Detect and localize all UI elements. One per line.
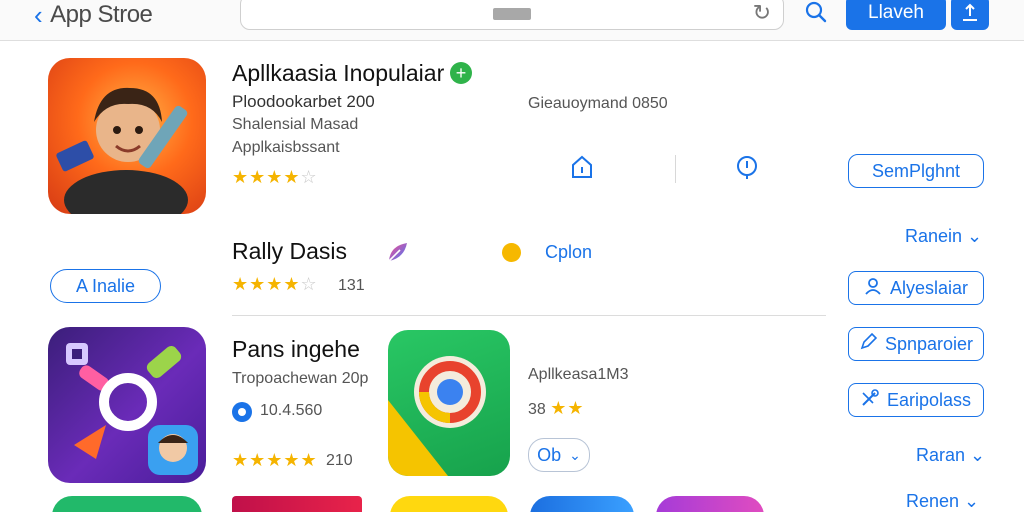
app2-stars: ★★★★ — [232, 274, 301, 294]
app4-version-label: Ob — [537, 444, 562, 465]
app2-action-button[interactable]: Alyeslaiar — [848, 271, 984, 305]
app4-version-dropdown[interactable]: Ob ⌄ — [528, 438, 590, 472]
ranking-label: Raran — [916, 445, 966, 465]
ranking-dropdown-1[interactable]: Ranein ⌄ — [905, 226, 982, 247]
ranking-dropdown-3[interactable]: Renen ⌄ — [906, 491, 979, 512]
chevron-down-icon: ⌄ — [569, 446, 581, 463]
info-icon[interactable] — [571, 155, 593, 185]
verified-icon: + — [450, 62, 472, 84]
bottom-app-icon-4[interactable] — [530, 496, 634, 512]
user-icon — [864, 277, 882, 300]
globe-icon — [232, 402, 252, 422]
app1-action-button[interactable]: SemPlghnt — [848, 154, 984, 188]
bottom-app-icon-2[interactable] — [232, 496, 362, 512]
app1-icon[interactable] — [48, 58, 206, 214]
app3-stars: ★★★★★ — [232, 450, 318, 470]
app3-title[interactable]: Pans ingehe — [232, 336, 360, 363]
ranking-dropdown-2[interactable]: Raran ⌄ — [916, 445, 985, 466]
app2-rating-count: 131 — [338, 277, 365, 294]
back-label: App Stroe — [50, 1, 153, 28]
chevron-down-icon: ⌄ — [965, 445, 986, 465]
app2-action-label: Alyeslaiar — [889, 277, 969, 298]
feather-icon — [386, 240, 410, 269]
app4-action-button[interactable]: Earipolass — [848, 383, 984, 417]
app4-title[interactable]: Apllkeasa1M3 — [528, 366, 629, 384]
app1-title[interactable]: Apllkaasia Inopulaiar — [232, 60, 444, 87]
reload-icon[interactable]: ↻ — [753, 0, 771, 26]
chevron-down-icon: ⌄ — [959, 491, 980, 511]
app2-rating: ★★★★☆ — [232, 274, 318, 295]
app2-title[interactable]: Rally Dasis — [232, 238, 347, 265]
app4-icon[interactable] — [388, 330, 510, 476]
app1-developer: Ploodookarbet 200 — [232, 92, 375, 111]
app-store-page: ‹ App Stroe ↻ Llaveh Apllkaasia Inopulai… — [0, 0, 1024, 512]
app2-pill-button[interactable]: A Inalie — [50, 269, 161, 303]
share-icon[interactable] — [951, 0, 989, 30]
bottom-app-icon-3[interactable] — [390, 496, 508, 512]
app2-star-empty: ☆ — [300, 274, 318, 294]
app1-category: Shalensial Masad — [232, 116, 359, 133]
top-bar: ‹ App Stroe ↻ Llaveh — [0, 0, 1024, 41]
search-field[interactable]: ↻ — [240, 0, 784, 30]
ranking-label: Renen — [906, 491, 960, 511]
app4-action-label: Earipolass — [886, 389, 972, 410]
app4-stars: ★★ — [550, 398, 585, 418]
app3-icon[interactable] — [48, 327, 206, 483]
app3-developer: Tropoachewan 20p — [232, 370, 369, 387]
app1-star-empty: ☆ — [300, 167, 318, 187]
primary-button[interactable]: Llaveh — [846, 0, 946, 30]
bottom-app-icon-1[interactable] — [52, 496, 202, 512]
ranking-label: Ranein — [905, 226, 963, 246]
app1-rating: ★★★★☆ — [232, 167, 318, 188]
edit-icon — [859, 332, 878, 356]
app3-rating-count: 210 — [326, 452, 353, 469]
app2-option[interactable]: Cplon — [545, 242, 592, 263]
app3-action-label: Spnparoier — [884, 333, 974, 354]
search-placeholder-bar — [493, 8, 531, 20]
app3-action-button[interactable]: Spnparoier — [848, 327, 984, 361]
search-icon[interactable] — [805, 1, 827, 29]
chevron-down-icon: ⌄ — [962, 226, 983, 246]
tools-icon — [861, 388, 879, 412]
app4-rating: 38 ★★ — [528, 398, 585, 419]
app1-info: Gieauoymand 0850 — [528, 95, 668, 112]
chevron-left-icon: ‹ — [34, 0, 43, 30]
bottom-app-icon-5[interactable] — [656, 496, 764, 512]
app1-subcategory: Applkaisbssant — [232, 139, 340, 156]
option-dot-icon — [502, 243, 521, 262]
divider — [675, 155, 676, 183]
section-divider — [232, 315, 826, 316]
app4-rating-count: 38 — [528, 401, 546, 418]
app1-stars: ★★★★ — [232, 167, 301, 187]
alert-icon[interactable] — [736, 155, 758, 185]
back-button[interactable]: ‹ App Stroe — [34, 0, 153, 30]
app3-size: 10.4.560 — [260, 402, 323, 419]
